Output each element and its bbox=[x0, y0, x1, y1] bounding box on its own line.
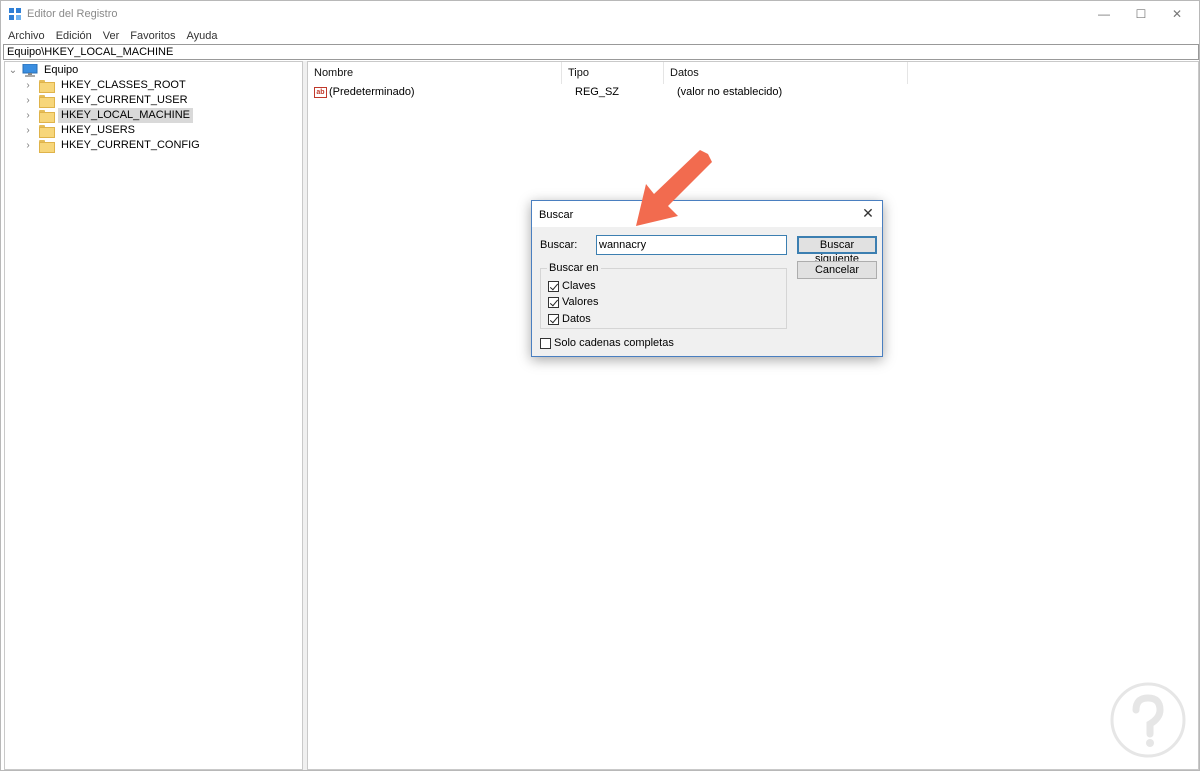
checkbox-whole-string[interactable] bbox=[540, 337, 551, 349]
option-label: Solo cadenas completas bbox=[554, 337, 674, 349]
menu-favoritos[interactable]: Favoritos bbox=[130, 30, 175, 42]
value-type: REG_SZ bbox=[575, 86, 620, 98]
find-label: Buscar: bbox=[540, 239, 578, 251]
tree-item[interactable]: › HKEY_CURRENT_USER bbox=[23, 93, 191, 108]
checkbox-datos[interactable] bbox=[548, 313, 559, 325]
folder-icon bbox=[39, 95, 55, 108]
checkbox-claves[interactable] bbox=[548, 280, 559, 292]
group-label: Buscar en bbox=[547, 262, 601, 274]
folder-icon bbox=[39, 110, 55, 123]
option-datos[interactable]: Datos bbox=[548, 313, 591, 325]
title-bar: Editor del Registro — ☐ ✕ bbox=[1, 1, 1199, 27]
expand-chevron-icon[interactable]: › bbox=[23, 93, 33, 108]
string-value-icon: ab bbox=[314, 86, 327, 98]
tree-item-label: HKEY_LOCAL_MACHINE bbox=[58, 108, 193, 123]
folder-icon bbox=[39, 140, 55, 153]
list-header: Nombre Tipo Datos bbox=[308, 62, 1198, 84]
close-window-button[interactable]: ✕ bbox=[1154, 1, 1200, 27]
collapse-chevron-icon[interactable]: ⌄ bbox=[8, 63, 18, 78]
tree-item[interactable]: › HKEY_CURRENT_CONFIG bbox=[23, 138, 203, 153]
values-list-pane: Nombre Tipo Datos ab (Predeterminado) RE… bbox=[307, 61, 1199, 770]
registry-editor-icon bbox=[9, 8, 21, 20]
address-bar[interactable]: Equipo\HKEY_LOCAL_MACHINE bbox=[3, 44, 1199, 60]
cancel-button[interactable]: Cancelar bbox=[797, 261, 877, 279]
tree-item[interactable]: › HKEY_USERS bbox=[23, 123, 138, 138]
value-name: (Predeterminado) bbox=[329, 86, 415, 98]
tree-root-row[interactable]: ⌄ Equipo bbox=[8, 63, 81, 78]
expand-chevron-icon[interactable]: › bbox=[23, 108, 33, 123]
column-header-datos[interactable]: Datos bbox=[664, 62, 908, 84]
pointer-arrow-icon bbox=[636, 150, 712, 226]
menu-ver[interactable]: Ver bbox=[103, 30, 120, 42]
option-claves[interactable]: Claves bbox=[548, 280, 596, 292]
tree-item-label: HKEY_CLASSES_ROOT bbox=[61, 79, 186, 91]
tree-item-label: HKEY_USERS bbox=[61, 124, 135, 136]
tree-item-label: HKEY_CURRENT_USER bbox=[61, 94, 188, 106]
option-whole-string[interactable]: Solo cadenas completas bbox=[540, 337, 674, 349]
key-tree-pane: ⌄ Equipo › HKEY_CLASSES_ROOT › HKEY_CURR… bbox=[4, 61, 303, 770]
expand-chevron-icon[interactable]: › bbox=[23, 123, 33, 138]
computer-icon bbox=[22, 64, 38, 77]
option-label: Valores bbox=[562, 296, 599, 308]
menu-bar: Archivo Edición Ver Favoritos Ayuda bbox=[1, 28, 1199, 44]
menu-edicion[interactable]: Edición bbox=[56, 30, 92, 42]
menu-ayuda[interactable]: Ayuda bbox=[187, 30, 218, 42]
find-input[interactable] bbox=[596, 235, 787, 255]
folder-icon bbox=[39, 125, 55, 138]
dialog-title: Buscar bbox=[539, 209, 574, 221]
option-valores[interactable]: Valores bbox=[548, 296, 598, 308]
registry-editor-window: Editor del Registro — ☐ ✕ Archivo Edició… bbox=[0, 0, 1200, 771]
logo-watermark-icon bbox=[1110, 682, 1186, 758]
tree-item[interactable]: › HKEY_CLASSES_ROOT bbox=[23, 78, 189, 93]
search-in-group: Buscar en Claves Valores Datos bbox=[540, 262, 787, 329]
tree-item-label: HKEY_CURRENT_CONFIG bbox=[61, 139, 200, 151]
column-header-tipo[interactable]: Tipo bbox=[562, 62, 664, 84]
dialog-close-icon[interactable]: ✕ bbox=[860, 205, 876, 221]
list-row[interactable]: ab (Predeterminado) REG_SZ (valor no est… bbox=[308, 84, 921, 100]
checkbox-valores[interactable] bbox=[548, 296, 559, 308]
value-data: (valor no establecido) bbox=[677, 86, 783, 98]
option-label: Datos bbox=[562, 313, 591, 325]
menu-archivo[interactable]: Archivo bbox=[8, 30, 45, 42]
option-label: Claves bbox=[562, 280, 596, 292]
expand-chevron-icon[interactable]: › bbox=[23, 138, 33, 153]
find-next-button[interactable]: Buscar siguiente bbox=[797, 236, 877, 265]
window-title: Editor del Registro bbox=[27, 8, 118, 20]
tree-root-label: Equipo bbox=[44, 64, 79, 76]
tree-item-selected[interactable]: › HKEY_LOCAL_MACHINE bbox=[23, 108, 193, 123]
column-header-nombre[interactable]: Nombre bbox=[308, 62, 562, 84]
folder-icon bbox=[39, 80, 55, 93]
expand-chevron-icon[interactable]: › bbox=[23, 78, 33, 93]
